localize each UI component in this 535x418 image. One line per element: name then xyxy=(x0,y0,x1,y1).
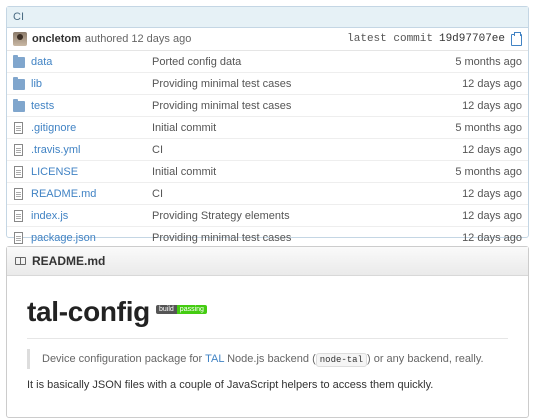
quote-text-2: Node.js backend ( xyxy=(227,353,316,365)
file-age: 12 days ago xyxy=(462,143,522,156)
latest-commit-label: latest commit xyxy=(347,33,433,45)
file-commit-message[interactable]: Providing Strategy elements xyxy=(152,210,462,222)
file-age: 5 months ago xyxy=(455,55,522,68)
file-row[interactable]: data Ported config data 5 months ago xyxy=(7,51,528,73)
file-icon xyxy=(14,121,23,134)
folder-icon xyxy=(13,99,25,112)
file-age: 5 months ago xyxy=(455,121,522,134)
commit-author[interactable]: oncletom xyxy=(32,33,81,45)
file-name-link[interactable]: package.json xyxy=(31,232,152,244)
file-commit-message[interactable]: CI xyxy=(152,144,462,156)
readme-filename: README.md xyxy=(32,254,106,268)
file-commit-message[interactable]: Initial commit xyxy=(152,122,455,134)
file-row[interactable]: README.md CI 12 days ago xyxy=(7,183,528,205)
file-commit-message[interactable]: Ported config data xyxy=(152,56,455,68)
project-title: tal-config xyxy=(27,296,150,327)
file-name-link[interactable]: index.js xyxy=(31,210,152,222)
file-commit-message[interactable]: Initial commit xyxy=(152,166,455,178)
readme-body: tal-config build passing Device configur… xyxy=(7,276,528,391)
file-commit-message[interactable]: Providing minimal test cases xyxy=(152,78,462,90)
file-row[interactable]: package.json Providing minimal test cases… xyxy=(7,227,528,248)
file-list: data Ported config data 5 months ago lib Pro… xyxy=(7,51,528,248)
file-age: 12 days ago xyxy=(462,209,522,222)
commit-message[interactable]: CI xyxy=(7,7,528,28)
file-age: 12 days ago xyxy=(462,99,522,112)
file-name-link[interactable]: .gitignore xyxy=(31,122,152,134)
file-commit-message[interactable]: CI xyxy=(152,188,462,200)
file-row[interactable]: index.js Providing Strategy elements 12 da… xyxy=(7,205,528,227)
tal-link[interactable]: TAL xyxy=(205,353,224,365)
readme-paragraph: It is basically JSON files with a couple… xyxy=(27,379,434,391)
readme-panel: README.md tal-config build passing Devic… xyxy=(6,246,529,418)
file-row[interactable]: LICENSE Initial commit 5 months ago xyxy=(7,161,528,183)
build-status-badge[interactable]: build passing xyxy=(156,304,207,314)
file-commit-message[interactable]: Providing minimal test cases xyxy=(152,232,462,244)
file-icon xyxy=(14,231,23,244)
readme-heading-row: tal-config build passing xyxy=(27,296,508,339)
file-row[interactable]: tests Providing minimal test cases 12 days… xyxy=(7,95,528,117)
file-icon xyxy=(14,209,23,222)
file-name-link[interactable]: data xyxy=(31,56,152,68)
commit-message-text[interactable]: CI xyxy=(13,11,24,23)
badge-label: build xyxy=(156,304,177,314)
node-tal-code: node-tal xyxy=(315,353,367,367)
commit-sha[interactable]: 19d97707ee xyxy=(439,33,505,45)
readme-header: README.md xyxy=(7,247,528,276)
book-icon xyxy=(15,257,26,265)
file-row[interactable]: .travis.yml CI 12 days ago xyxy=(7,139,528,161)
file-age: 12 days ago xyxy=(462,77,522,90)
file-commit-message[interactable]: Providing minimal test cases xyxy=(152,100,462,112)
quote-text-1: Device configuration package for xyxy=(42,353,203,365)
folder-icon xyxy=(13,55,25,68)
clipboard-icon[interactable] xyxy=(511,32,522,46)
file-icon xyxy=(14,143,23,156)
file-browser: CI oncletom authored 12 days ago latest … xyxy=(6,6,529,244)
file-row[interactable]: lib Providing minimal test cases 12 days a… xyxy=(7,73,528,95)
file-name-link[interactable]: lib xyxy=(31,78,152,90)
file-name-link[interactable]: LICENSE xyxy=(31,166,152,178)
commit-meta: oncletom authored 12 days ago latest com… xyxy=(7,28,528,51)
file-icon xyxy=(14,165,23,178)
file-age: 12 days ago xyxy=(462,231,522,244)
folder-icon xyxy=(13,77,25,90)
readme-description: Device configuration package for TAL Nod… xyxy=(27,349,508,369)
file-name-link[interactable]: README.md xyxy=(31,188,152,200)
file-name-link[interactable]: .travis.yml xyxy=(31,144,152,156)
badge-status: passing xyxy=(176,304,207,314)
file-row[interactable]: .gitignore Initial commit 5 months ago xyxy=(7,117,528,139)
file-age: 12 days ago xyxy=(462,187,522,200)
file-icon xyxy=(14,187,23,200)
file-age: 5 months ago xyxy=(455,165,522,178)
file-name-link[interactable]: tests xyxy=(31,100,152,112)
avatar[interactable] xyxy=(13,32,27,46)
commit-time: authored 12 days ago xyxy=(84,33,192,45)
quote-text-3: ) or any backend, really. xyxy=(366,353,484,365)
